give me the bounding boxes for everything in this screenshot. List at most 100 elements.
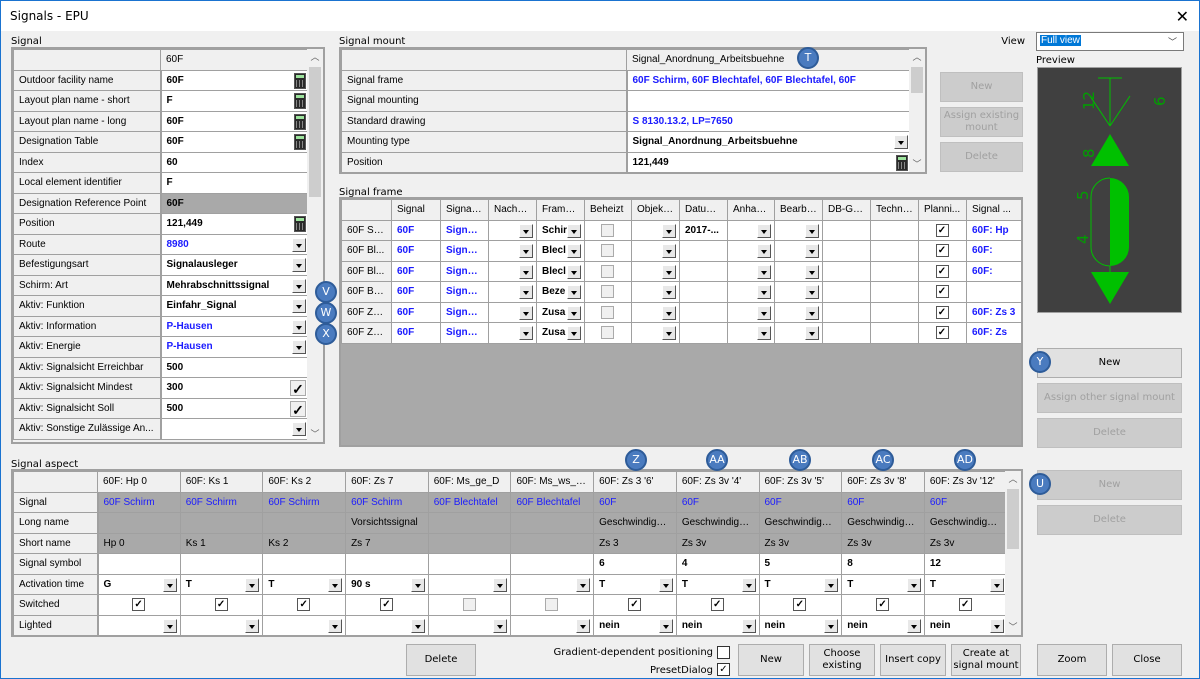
frame-column-header[interactable]: Beheizt bbox=[584, 199, 632, 221]
view-select[interactable]: Full view ﹀ bbox=[1036, 32, 1184, 51]
footer-delete-button[interactable]: Delete bbox=[406, 644, 476, 676]
frame-new-button[interactable]: New bbox=[1037, 348, 1182, 378]
aspect-lighted-cell[interactable]: nein bbox=[841, 614, 925, 635]
frame-column-header[interactable]: Signal ... bbox=[966, 199, 1021, 221]
frame-datum-cell[interactable]: 2017-... bbox=[679, 219, 728, 241]
dropdown-arrow-icon[interactable] bbox=[519, 285, 533, 299]
frame-column-header[interactable]: DB-GDI... bbox=[822, 199, 871, 221]
aspect-activation-cell[interactable]: G bbox=[97, 573, 181, 595]
property-value[interactable]: Mehrabschnittssignal bbox=[160, 274, 310, 296]
dropdown-arrow-icon[interactable] bbox=[805, 326, 819, 340]
aspect-switched-cell[interactable]: ✓ bbox=[675, 594, 760, 616]
frame-bearbeiter-cell[interactable] bbox=[774, 281, 823, 303]
calculator-icon[interactable] bbox=[294, 93, 306, 109]
aspect-activation-cell[interactable]: T bbox=[593, 573, 677, 595]
gradient-checkbox[interactable] bbox=[717, 646, 730, 659]
frame-row-name[interactable]: 60F Bl... bbox=[341, 240, 392, 262]
aspect-activation-cell[interactable]: T bbox=[675, 573, 760, 595]
frame-anhang-cell[interactable] bbox=[727, 240, 775, 262]
aspect-symbol-cell[interactable]: 5 bbox=[758, 553, 843, 575]
property-value[interactable]: 500 bbox=[160, 356, 310, 378]
aspect-symbol-cell[interactable] bbox=[427, 553, 512, 575]
aspect-lighted-cell[interactable] bbox=[345, 614, 429, 635]
aspect-column-header[interactable]: 60F: Hp 0 bbox=[97, 471, 181, 493]
switched-checkbox[interactable]: ✓ bbox=[627, 598, 641, 611]
frame-signal-cell[interactable]: 60F bbox=[391, 301, 441, 323]
choose-existing-button[interactable]: Choose existing bbox=[809, 644, 875, 676]
property-value[interactable]: P-Hausen bbox=[160, 336, 310, 358]
frame-signal-aspect-cell[interactable]: 60F: Hp bbox=[966, 219, 1021, 241]
dropdown-arrow-icon[interactable] bbox=[662, 244, 676, 258]
frame-row-name[interactable]: 60F Bl... bbox=[341, 260, 392, 282]
dropdown-arrow-icon[interactable] bbox=[805, 244, 819, 258]
frame-nachor-cell[interactable] bbox=[488, 322, 537, 344]
aspect-switched-cell[interactable]: ✓ bbox=[923, 594, 1008, 616]
aspect-switched-cell[interactable]: ✓ bbox=[758, 594, 843, 616]
dropdown-arrow-icon[interactable] bbox=[519, 244, 533, 258]
property-value[interactable]: 60F bbox=[160, 69, 310, 91]
frame-db-gdi-cell[interactable] bbox=[822, 301, 871, 323]
aspect-lighted-cell[interactable] bbox=[510, 614, 595, 635]
frame-signal-cell[interactable]: 60F bbox=[391, 240, 441, 262]
property-value[interactable]: F bbox=[160, 172, 310, 194]
insert-copy-button[interactable]: Insert copy bbox=[880, 644, 946, 676]
switched-checkbox[interactable]: ✓ bbox=[793, 598, 807, 611]
frame-signal-cell[interactable]: 60F bbox=[391, 281, 441, 303]
frame-db-gdi-cell[interactable] bbox=[822, 281, 871, 303]
frame-row-name[interactable]: 60F Zu... bbox=[341, 322, 392, 344]
frame-anhang-cell[interactable] bbox=[727, 301, 775, 323]
dropdown-arrow-icon[interactable] bbox=[292, 258, 306, 272]
frame-signal-mount-cell[interactable]: Signal_Ar bbox=[440, 322, 489, 344]
property-value[interactable]: 60F Schirm, 60F Blechtafel, 60F Blechtaf… bbox=[626, 69, 912, 91]
calculator-icon[interactable] bbox=[294, 134, 306, 150]
frame-beheizt-cell[interactable] bbox=[584, 322, 632, 344]
frame-row-name[interactable]: 60F Zu... bbox=[341, 301, 392, 323]
aspect-activation-cell[interactable]: T bbox=[923, 573, 1008, 595]
frame-planning-cell[interactable]: ✓ bbox=[918, 301, 967, 323]
aspect-activation-cell[interactable]: T bbox=[179, 573, 264, 595]
frame-column-header[interactable]: Anhan... bbox=[727, 199, 775, 221]
switched-checkbox[interactable]: ✓ bbox=[710, 598, 724, 611]
property-value[interactable]: 300 ✓ bbox=[160, 377, 310, 399]
frame-signal-aspect-cell[interactable]: 60F: Zs bbox=[966, 322, 1021, 344]
dropdown-arrow-icon[interactable] bbox=[567, 244, 581, 258]
aspect-activation-cell[interactable]: T bbox=[758, 573, 843, 595]
frame-objekt-cell[interactable] bbox=[631, 260, 680, 282]
frame-row[interactable]: 60F Zu... 60F Signal_Ar Zusa ✓ 60F: Zs bbox=[341, 322, 1021, 344]
frame-objekt-cell[interactable] bbox=[631, 240, 680, 262]
dropdown-arrow-icon[interactable] bbox=[824, 577, 839, 592]
frame-nachor-cell[interactable] bbox=[488, 301, 537, 323]
dropdown-arrow-icon[interactable] bbox=[519, 326, 533, 340]
frame-beheizt-cell[interactable] bbox=[584, 240, 632, 262]
property-value[interactable]: 500 ✓ bbox=[160, 397, 310, 419]
signal-scrollbar[interactable]: ︿ ﹀ bbox=[307, 49, 323, 442]
frame-type-cell[interactable]: Schir bbox=[536, 219, 585, 241]
frame-signal-aspect-cell[interactable] bbox=[966, 281, 1021, 303]
dropdown-arrow-icon[interactable] bbox=[989, 577, 1004, 592]
frame-bearbeiter-cell[interactable] bbox=[774, 240, 823, 262]
frame-db-gdi-cell[interactable] bbox=[822, 260, 871, 282]
aspect-lighted-cell[interactable] bbox=[97, 614, 181, 635]
frame-type-cell[interactable]: Blecl bbox=[536, 260, 585, 282]
frame-row-name[interactable]: 60F Be... bbox=[341, 281, 392, 303]
dropdown-arrow-icon[interactable] bbox=[162, 618, 177, 633]
aspect-lighted-cell[interactable]: nein bbox=[593, 614, 677, 635]
frame-row[interactable]: 60F Be... 60F Signal_Ar Beze ✓ bbox=[341, 281, 1021, 303]
close-icon[interactable]: ✕ bbox=[1176, 7, 1189, 26]
frame-planning-cell[interactable]: ✓ bbox=[918, 322, 967, 344]
frame-nachor-cell[interactable] bbox=[488, 281, 537, 303]
frame-column-header[interactable] bbox=[341, 199, 392, 221]
aspect-column-header[interactable]: 60F: Zs 3v '4' bbox=[675, 471, 760, 493]
aspect-switched-cell[interactable] bbox=[510, 594, 595, 616]
dropdown-arrow-icon[interactable] bbox=[493, 618, 508, 633]
property-value[interactable]: F bbox=[160, 90, 310, 112]
planning-checkbox[interactable]: ✓ bbox=[935, 264, 949, 278]
frame-nachor-cell[interactable] bbox=[488, 219, 537, 241]
checkmark-icon[interactable]: ✓ bbox=[290, 380, 306, 397]
aspect-symbol-cell[interactable]: 6 bbox=[593, 553, 677, 575]
dropdown-arrow-icon[interactable] bbox=[576, 577, 591, 592]
aspect-column-header[interactable]: 60F: Ms_ws_rt_... bbox=[510, 471, 595, 493]
property-value[interactable]: Signalausleger bbox=[160, 254, 310, 276]
frame-beheizt-cell[interactable] bbox=[584, 281, 632, 303]
aspect-column-header[interactable]: 60F: Ms_ge_D bbox=[427, 471, 512, 493]
